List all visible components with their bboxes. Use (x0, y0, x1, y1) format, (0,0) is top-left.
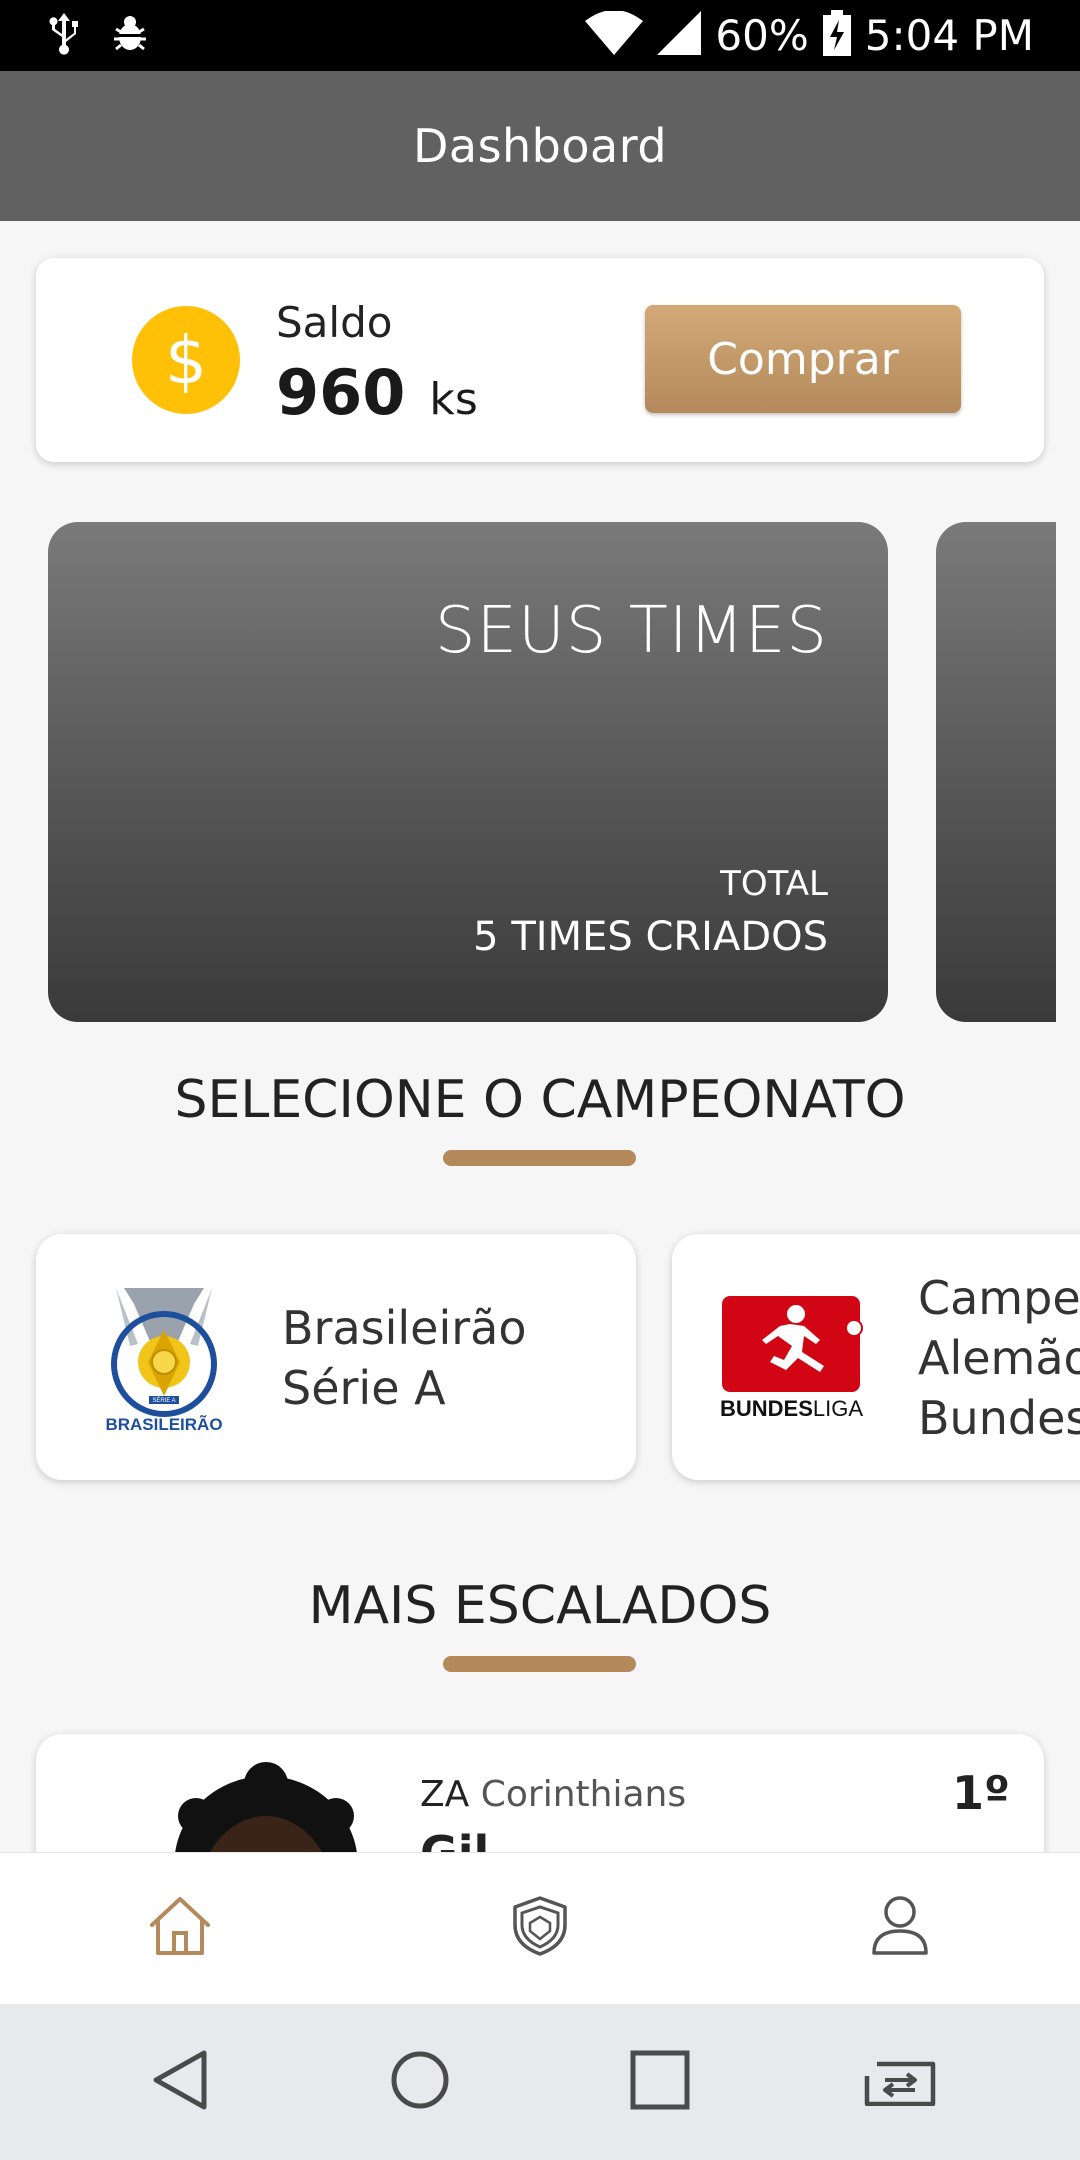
player-club: Corinthians (480, 1774, 687, 1815)
teams-card-title: SEUS TIMES (434, 594, 828, 668)
signal-icon (657, 11, 702, 60)
league-card-brasileirao[interactable]: BRASILEIRÃO SÉRIE A Brasileirão Série A (36, 1234, 636, 1480)
home-icon (148, 1895, 212, 1962)
bottom-nav (0, 1852, 1080, 2004)
battery-charging-icon (822, 10, 851, 61)
most-selected-heading: MAIS ESCALADOS (308, 1576, 772, 1636)
recents-button[interactable] (600, 2022, 720, 2142)
balance-card: $ Saldo 960 ks Comprar (36, 258, 1044, 462)
league-name: Campe Alemão Bundes (918, 1268, 1080, 1448)
nav-home[interactable] (120, 1869, 240, 1989)
battery-percentage: 60% (715, 11, 809, 60)
back-button[interactable] (120, 2022, 240, 2142)
status-bar: 60% 5:04 PM (0, 0, 1080, 71)
svg-text:BUNDESLIGA: BUNDESLIGA (720, 1396, 863, 1420)
league-name-line1: Campe (918, 1271, 1080, 1325)
nav-profile[interactable] (840, 1869, 960, 1989)
balance-label: Saldo (276, 298, 393, 347)
clock: 5:04 PM (864, 11, 1034, 60)
bug-icon (112, 13, 148, 58)
home-button[interactable] (360, 2022, 480, 2142)
league-name-line2: Série A (282, 1361, 446, 1415)
player-team: ZA Corinthians (420, 1774, 686, 1815)
league-name-line3: Bundes (918, 1391, 1080, 1445)
system-nav-bar (0, 2004, 1080, 2160)
bundesliga-logo-text-rest: LIGA (813, 1396, 863, 1420)
coin-icon: $ (132, 306, 240, 414)
profile-icon (870, 1895, 930, 1962)
buy-button[interactable]: Comprar (645, 305, 961, 413)
player-position: ZA (420, 1774, 470, 1815)
teams-total-value: 5 TIMES CRIADOS (473, 914, 828, 960)
bundesliga-logo: BUNDESLIGA (720, 1296, 870, 1425)
brasileirao-logo: BRASILEIRÃO SÉRIE A (94, 1284, 234, 1439)
next-carousel-card[interactable] (936, 522, 1056, 1022)
rotate-button[interactable] (840, 2022, 960, 2142)
usb-icon (46, 11, 82, 60)
brasileirao-logo-text: BRASILEIRÃO (105, 1414, 222, 1434)
most-selected-underline (443, 1656, 636, 1672)
switch-screen-icon (863, 2054, 937, 2111)
league-name: Brasileirão Série A (282, 1298, 527, 1418)
back-triangle-icon (152, 2049, 208, 2116)
balance-unit: ks (429, 374, 478, 425)
championship-heading: SELECIONE O CAMPEONATO (174, 1070, 906, 1130)
home-circle-icon (390, 2050, 450, 2115)
recents-square-icon (630, 2050, 690, 2115)
player-rank: 1º (952, 1766, 1010, 1820)
teams-card[interactable]: SEUS TIMES TOTAL 5 TIMES CRIADOS (48, 522, 888, 1022)
wifi-icon (585, 10, 644, 60)
league-name-line1: Brasileirão (282, 1301, 527, 1355)
balance-amount: 960 ks (276, 356, 478, 429)
balance-value: 960 (276, 356, 406, 429)
nav-teams[interactable] (480, 1869, 600, 1989)
brasileirao-logo-subtext: SÉRIE A (152, 1397, 175, 1404)
championship-underline (443, 1150, 636, 1166)
league-name-line2: Alemão (918, 1331, 1080, 1385)
shield-icon (512, 1895, 568, 1962)
app-bar: Dashboard (0, 71, 1080, 221)
page-title: Dashboard (412, 119, 668, 173)
teams-total-label: TOTAL (720, 864, 828, 904)
bundesliga-logo-text-bold: BUNDES (720, 1396, 813, 1420)
league-card-bundesliga[interactable]: BUNDESLIGA Campe Alemão Bundes (672, 1234, 1080, 1480)
